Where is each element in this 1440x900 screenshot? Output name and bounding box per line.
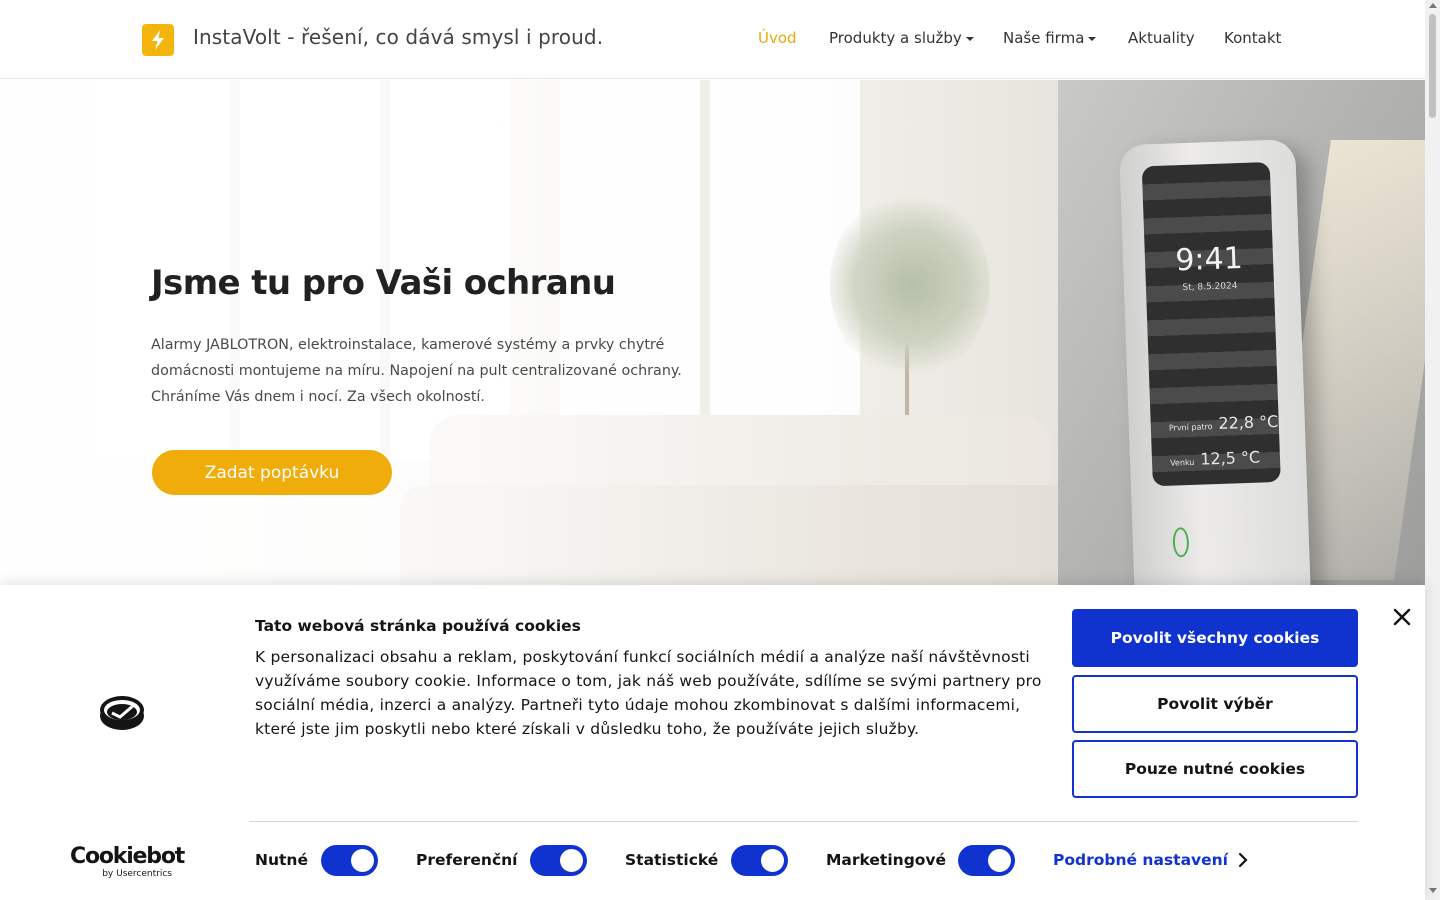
nav-item-uvod[interactable]: Úvod	[758, 29, 797, 47]
device-row-outside: Venku 12,5 °C	[1170, 447, 1261, 469]
scrollbar-thumb[interactable]	[1429, 14, 1436, 118]
toggle-knob	[988, 849, 1011, 872]
hero-title: Jsme tu pro Vaši ochranu	[151, 263, 616, 303]
device-date: St, 8.5.2024	[1182, 281, 1238, 294]
cookie-consent-banner: Tato webová stránka používá cookies K pe…	[0, 585, 1425, 900]
nav-item-kontakt[interactable]: Kontakt	[1224, 29, 1281, 47]
scroll-up-arrow-icon[interactable]	[1429, 3, 1437, 8]
page-scrollbar[interactable]	[1425, 0, 1440, 900]
cookie-divider	[249, 821, 1358, 822]
close-icon[interactable]	[1391, 606, 1413, 628]
chevron-right-icon[interactable]	[1238, 852, 1248, 868]
hero-description: Alarmy JABLOTRON, elektroinstalace, kame…	[151, 337, 682, 405]
cookiebot-wordmark: Cookiebot	[70, 844, 185, 869]
detailed-settings-link[interactable]: Podrobné nastavení	[1053, 851, 1228, 869]
cookiebot-subtitle: by Usercentrics	[102, 869, 172, 879]
request-quote-button[interactable]: Zadat poptávku	[152, 450, 392, 495]
device-screen: 9:41 St, 8.5.2024 První patro 22,8 °C Ven…	[1141, 161, 1281, 487]
toggle-preferences[interactable]	[530, 845, 587, 876]
hero-section: 9:41 St, 8.5.2024 První patro 22,8 °C Ven…	[0, 80, 1425, 585]
nav-item-label: Produkty a služby	[829, 29, 962, 47]
navbar: InstaVolt - řešení, co dává smysl i prou…	[0, 0, 1425, 79]
nav-item-label: Kontakt	[1224, 29, 1282, 47]
device-row-value: 12,5 °C	[1199, 447, 1261, 469]
nav-item-nase-firma[interactable]: Naše firma	[1003, 29, 1097, 47]
device-row-label: První patro	[1168, 422, 1213, 433]
caret-down-icon	[965, 36, 974, 41]
cookie-description: K personalizaci obsahu a reklam, poskyto…	[255, 648, 1042, 738]
allow-selection-button[interactable]: Povolit výběr	[1072, 675, 1358, 733]
cookie-heading: Tato webová stránka používá cookies	[255, 617, 581, 635]
nav-item-label: Naše firma	[1003, 29, 1085, 47]
toggle-label-preferences: Preferenční	[416, 851, 518, 869]
brand-title[interactable]: InstaVolt - řešení, co dává smysl i prou…	[193, 25, 603, 49]
device-row-first-floor: První patro 22,8 °C	[1168, 411, 1279, 435]
brand-logo[interactable]	[142, 24, 174, 56]
device-time: 9:41	[1174, 240, 1244, 279]
cookiebot-logo: Cookiebot by Usercentrics	[70, 844, 185, 880]
caret-down-icon	[1088, 36, 1097, 41]
nav-item-label: Úvod	[758, 29, 797, 47]
device-row-label: Venku	[1169, 457, 1195, 468]
nav-item-produkty[interactable]: Produkty a služby	[829, 29, 974, 47]
device-status-led	[1172, 527, 1190, 558]
toggle-necessary[interactable]	[321, 845, 378, 876]
nav-item-label: Aktuality	[1128, 29, 1195, 47]
toggle-label-necessary: Nutné	[255, 851, 308, 869]
lightning-icon	[152, 30, 164, 50]
device-row-value: 22,8 °C	[1218, 411, 1279, 433]
toggle-label-statistics: Statistické	[625, 851, 719, 869]
nav-item-aktuality[interactable]: Aktuality	[1128, 29, 1195, 47]
thermostat-device: 9:41 St, 8.5.2024 První patro 22,8 °C Ven…	[1118, 139, 1314, 585]
toggle-marketing[interactable]	[958, 845, 1015, 876]
toggle-knob	[351, 849, 374, 872]
toggle-knob	[560, 849, 583, 872]
scroll-down-arrow-icon[interactable]	[1429, 888, 1437, 893]
toggle-knob	[761, 849, 784, 872]
allow-all-cookies-button[interactable]: Povolit všechny cookies	[1072, 609, 1358, 667]
toggle-label-marketing: Marketingové	[826, 851, 947, 869]
necessary-only-button[interactable]: Pouze nutné cookies	[1072, 740, 1358, 798]
cookie-icon	[100, 696, 144, 730]
toggle-statistics[interactable]	[731, 845, 788, 876]
